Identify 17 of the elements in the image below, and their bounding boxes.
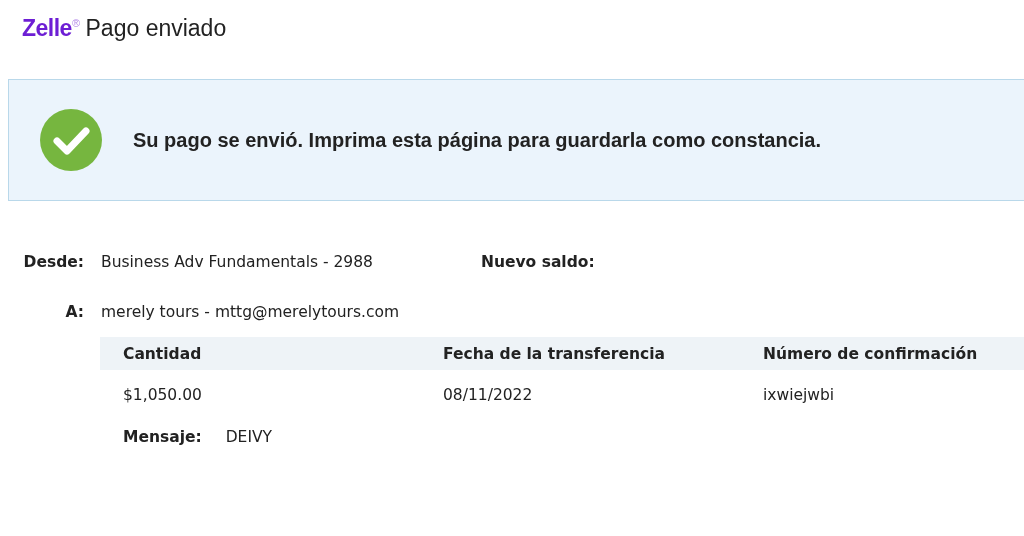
field-value: Business Adv Fundamentals - 2988	[101, 252, 374, 273]
notice-text: Su pago se envió. Imprima esta página para guardarla como constancia.	[133, 128, 821, 152]
logo: Zelle$^{®}$	[22, 15, 80, 42]
table-cell-text: $1,050.00	[122, 386, 203, 404]
table-cell-text: 08/11/2022	[442, 386, 534, 404]
column-header: Fecha de la transferencia	[442, 344, 666, 363]
field-label: Nuevo saldo:	[481, 252, 595, 273]
column-header: Cantidad	[122, 344, 203, 363]
check-icon	[40, 109, 102, 171]
page-title: Pago enviado	[85, 15, 227, 42]
field-label: Desde:	[22, 252, 84, 273]
column-header: Número de confirmación	[762, 344, 979, 363]
field-label: A:	[64, 302, 84, 323]
field-value: DEIVY	[225, 428, 273, 446]
field-value: merely tours - mttg@merelytours.com	[101, 302, 400, 323]
field-label: Mensaje:	[123, 428, 202, 446]
table-cell-text: ixwiejwbi	[762, 386, 836, 404]
